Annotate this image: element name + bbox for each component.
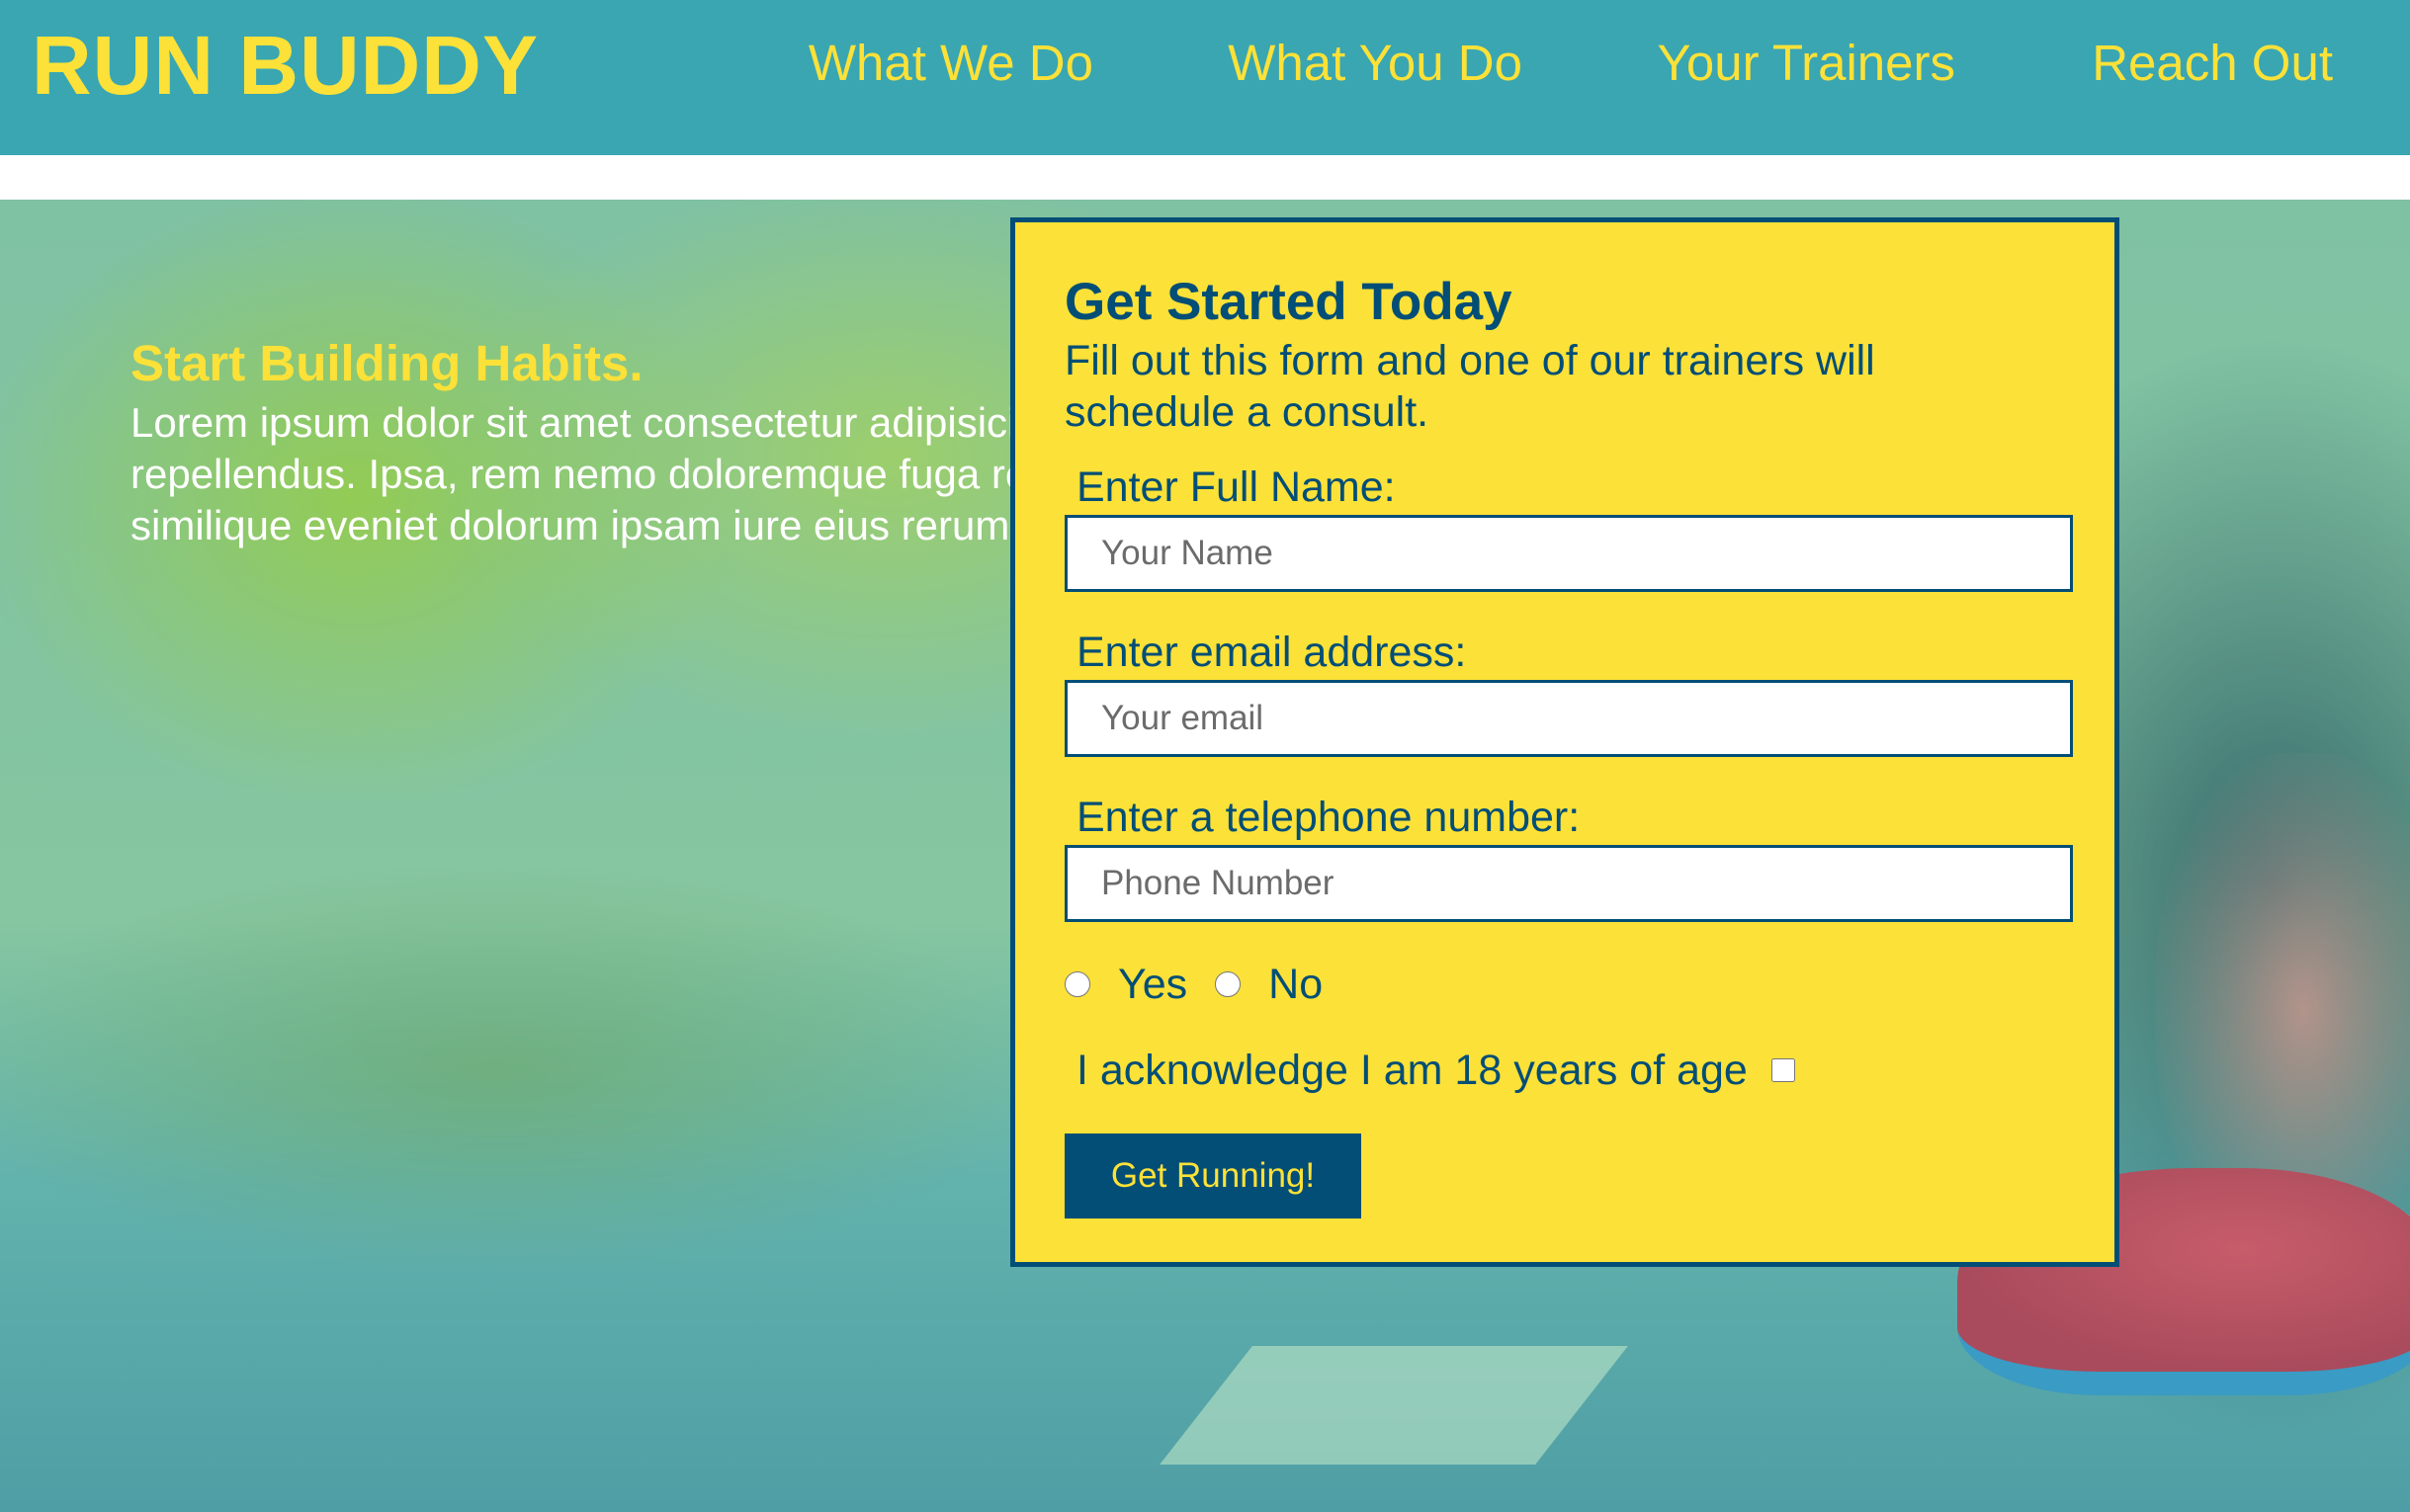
- email-label: Enter email address:: [1076, 629, 1467, 676]
- brand-logo[interactable]: RUN BUDDY: [32, 18, 539, 113]
- get-running-button[interactable]: Get Running!: [1065, 1134, 1361, 1218]
- get-started-form: Get Started Today Fill out this form and…: [1010, 217, 2119, 1267]
- full-name-label: Enter Full Name:: [1076, 463, 1396, 511]
- radio-no[interactable]: [1215, 971, 1242, 997]
- hero-background-road-marking: [1160, 1346, 1628, 1465]
- yes-no-radio-group: Yes No: [1065, 955, 2067, 1014]
- age-acknowledgement-checkbox[interactable]: [1770, 1058, 1795, 1082]
- phone-input[interactable]: [1065, 845, 2073, 922]
- radio-no-label: No: [1268, 961, 1324, 1008]
- full-name-input[interactable]: [1065, 515, 2073, 592]
- nav-link-what-we-do[interactable]: What We Do: [809, 32, 1093, 95]
- site-header: RUN BUDDY What We Do What You Do Your Tr…: [0, 0, 2410, 155]
- nav-link-reach-out[interactable]: Reach Out: [2092, 32, 2333, 95]
- radio-yes[interactable]: [1065, 971, 1090, 997]
- phone-label: Enter a telephone number:: [1076, 794, 1581, 841]
- email-input[interactable]: [1065, 680, 2073, 757]
- age-acknowledgement-label: I acknowledge I am 18 years of age: [1076, 1047, 1748, 1094]
- nav-link-your-trainers[interactable]: Your Trainers: [1658, 32, 1955, 95]
- nav-link-what-you-do[interactable]: What You Do: [1228, 32, 1522, 95]
- form-title: Get Started Today: [1065, 273, 1512, 331]
- radio-yes-label: Yes: [1118, 961, 1188, 1008]
- age-acknowledgement-row: I acknowledge I am 18 years of age: [1065, 1041, 2067, 1100]
- form-intro: Fill out this form and one of our traine…: [1065, 337, 1875, 436]
